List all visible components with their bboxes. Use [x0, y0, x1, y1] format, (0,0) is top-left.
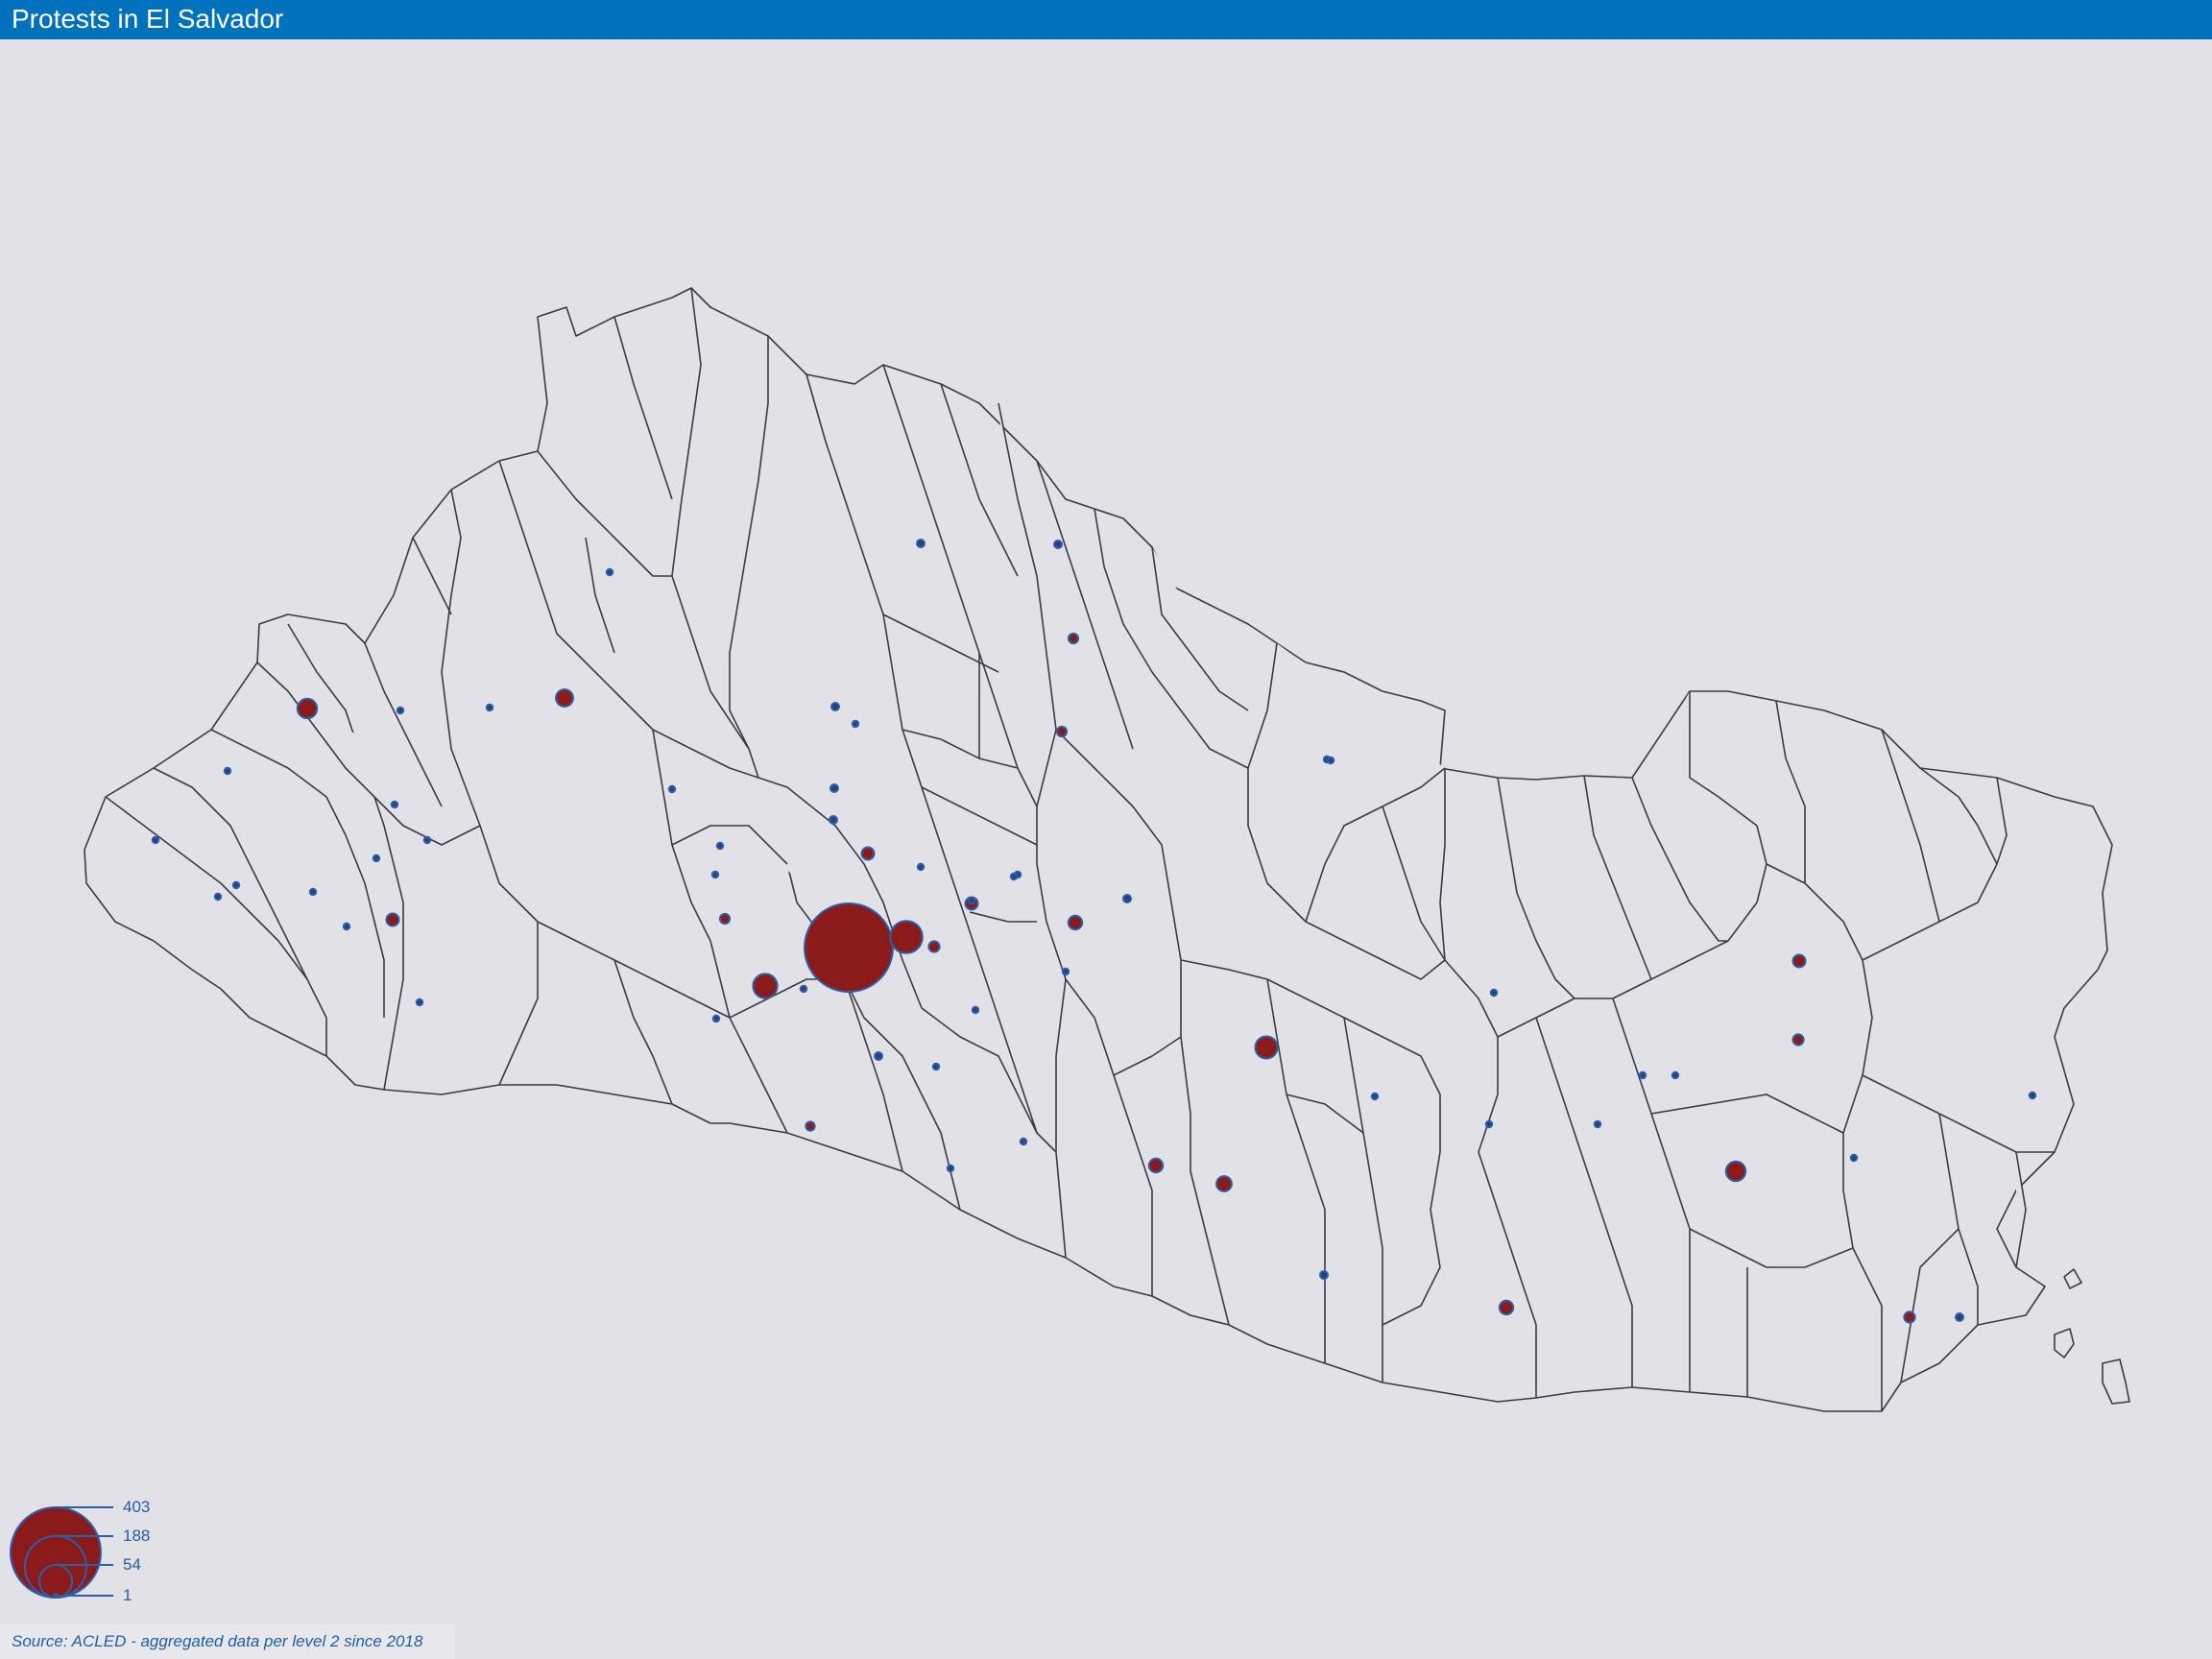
legend — [10, 1506, 113, 1599]
protest-marker — [971, 1005, 980, 1015]
protest-marker — [967, 896, 976, 905]
protest-marker — [308, 887, 318, 897]
protest-marker — [1009, 872, 1019, 881]
protest-marker — [711, 1014, 721, 1023]
protest-marker — [1671, 1070, 1680, 1080]
protest-marker — [1019, 1137, 1028, 1146]
protest-marker — [931, 1062, 941, 1071]
protest-marker — [385, 912, 400, 927]
protest-marker — [223, 766, 232, 776]
protest-marker — [1903, 1310, 1916, 1324]
protest-marker — [667, 784, 677, 794]
protest-marker — [1638, 1070, 1647, 1080]
protest-marker — [1147, 1157, 1165, 1174]
protest-marker — [1484, 1119, 1494, 1129]
protest-marker — [1955, 1312, 1964, 1322]
legend-circle-403 — [10, 1506, 102, 1599]
protest-marker — [889, 920, 924, 954]
protest-marker — [916, 862, 926, 872]
legend-label-1: 1 — [123, 1586, 132, 1604]
protest-marker — [1122, 894, 1132, 903]
protest-marker — [151, 835, 160, 845]
protest-marker — [916, 539, 926, 548]
protest-marker — [830, 783, 839, 793]
protest-marker — [851, 719, 860, 729]
protest-marker — [860, 846, 876, 861]
protest-marker — [1849, 1153, 1859, 1163]
protest-marker — [799, 984, 808, 994]
protest-marker — [1067, 914, 1084, 931]
protest-marker — [1489, 988, 1499, 998]
protest-marker — [1055, 725, 1069, 738]
protest-marker — [422, 835, 432, 845]
protest-marker — [830, 702, 840, 711]
protest-marker — [1254, 1035, 1279, 1060]
admin-boundaries — [84, 287, 2130, 1412]
protest-marker — [718, 912, 732, 926]
protest-marker — [715, 841, 725, 851]
protest-marker — [605, 567, 614, 577]
protest-marker — [213, 892, 223, 902]
protest-marker — [342, 922, 351, 931]
protest-marker — [946, 1164, 955, 1173]
protest-marker — [829, 815, 838, 825]
protest-marker — [2028, 1091, 2037, 1100]
protest-marker — [1593, 1119, 1602, 1129]
protest-marker — [1326, 756, 1335, 765]
map-canvas — [10, 287, 2130, 1599]
protest-marker — [1061, 967, 1070, 976]
protest-marker — [396, 706, 405, 715]
protest-marker — [804, 902, 894, 993]
protest-marker — [1724, 1160, 1747, 1183]
protest-marker — [1215, 1175, 1233, 1192]
protest-marker — [296, 697, 319, 720]
island — [2063, 1268, 2082, 1289]
protest-marker — [1498, 1299, 1515, 1316]
protest-marker — [390, 800, 399, 809]
protest-marker — [1791, 1033, 1805, 1046]
protest-marker — [415, 998, 424, 1007]
source-box: Source: ACLED - aggregated data per leve… — [0, 1624, 455, 1659]
protest-marker — [231, 880, 241, 890]
legend-label-403: 403 — [123, 1498, 151, 1516]
protest-marker — [1319, 1270, 1329, 1280]
protest-marker — [1053, 540, 1063, 549]
legend-label-188: 188 — [123, 1527, 151, 1545]
legend-label-54: 54 — [123, 1555, 141, 1574]
protest-marker — [485, 703, 494, 712]
protest-marker — [372, 854, 381, 863]
protest-marker — [874, 1051, 883, 1061]
protest-marker — [805, 1120, 816, 1132]
island — [2102, 1358, 2130, 1405]
protest-marker — [1067, 632, 1080, 645]
protest-marker — [752, 973, 779, 999]
protest-marker — [555, 688, 574, 708]
island — [2054, 1328, 2075, 1358]
protest-marker — [710, 870, 720, 879]
protest-marker — [1791, 953, 1807, 969]
source-note: Source: ACLED - aggregated data per leve… — [12, 1632, 423, 1650]
protest-marker — [1370, 1092, 1380, 1101]
protest-marker — [927, 940, 941, 953]
